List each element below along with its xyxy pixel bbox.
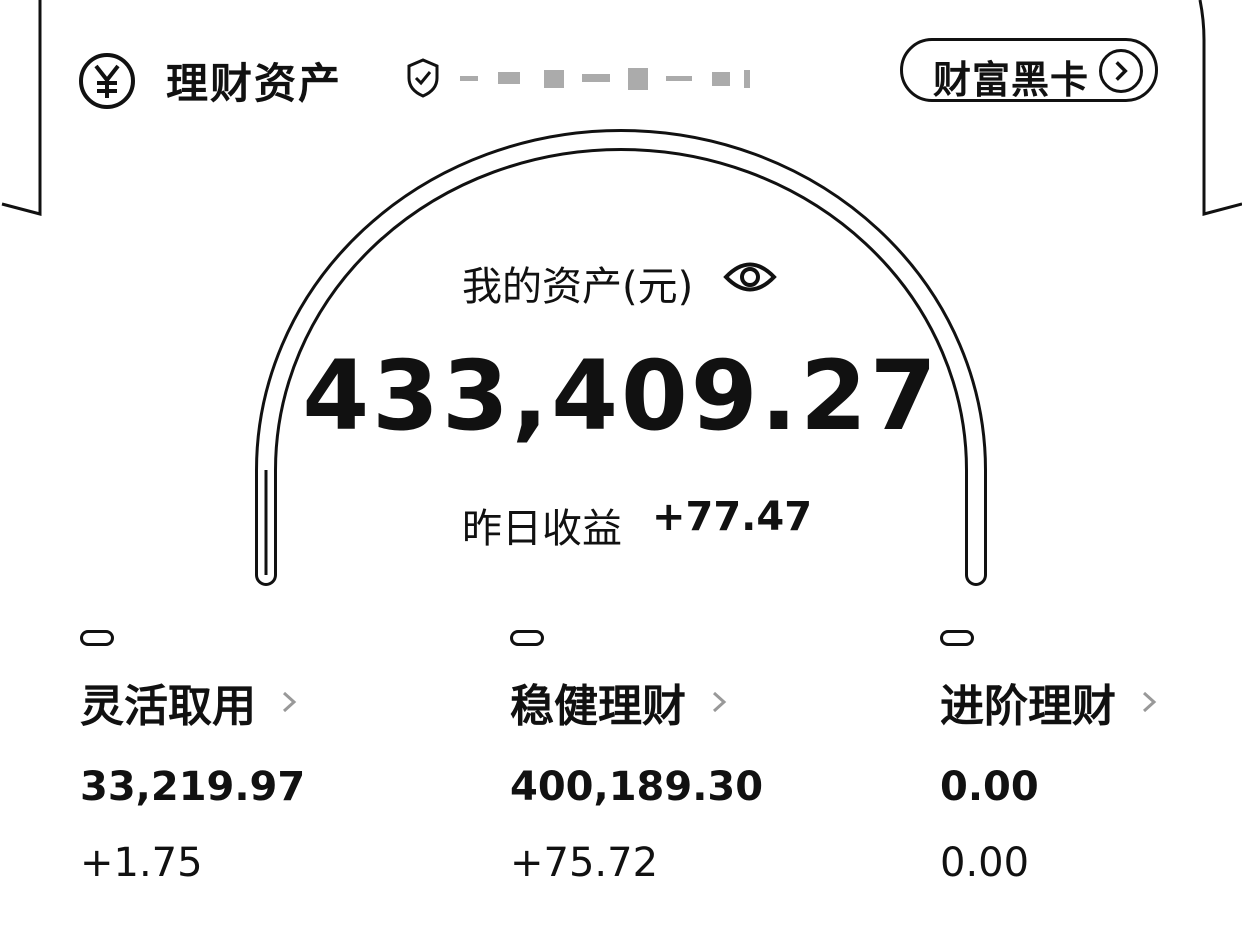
category-advanced[interactable]: 进阶理财 0.00 0.00 bbox=[940, 630, 1240, 886]
category-name: 灵活取用 bbox=[80, 681, 256, 732]
category-flexible[interactable]: 灵活取用 33,219.97 +1.75 bbox=[80, 630, 380, 886]
yesterday-income-value: +77.47 bbox=[652, 494, 813, 540]
category-indicator bbox=[940, 630, 974, 646]
total-assets-value: 433,409.27 bbox=[302, 340, 940, 452]
category-amount: 33,219.97 bbox=[80, 764, 306, 810]
category-steady[interactable]: 稳健理财 400,189.30 +75.72 bbox=[510, 630, 810, 886]
chevron-right-icon bbox=[282, 691, 297, 713]
chevron-right-icon bbox=[712, 691, 727, 713]
category-name: 稳健理财 bbox=[510, 681, 686, 732]
chevron-right-icon bbox=[1142, 691, 1157, 713]
category-indicator bbox=[80, 630, 114, 646]
category-indicator bbox=[510, 630, 544, 646]
yesterday-income-label: 昨日收益 bbox=[462, 506, 622, 552]
category-income: +75.72 bbox=[510, 840, 659, 886]
category-name: 进阶理财 bbox=[940, 681, 1116, 732]
eye-icon[interactable] bbox=[722, 252, 778, 302]
category-amount: 0.00 bbox=[940, 764, 1039, 810]
category-income: 0.00 bbox=[940, 840, 1030, 886]
my-assets-label: 我的资产(元) bbox=[462, 264, 694, 310]
category-income: +1.75 bbox=[80, 840, 203, 886]
category-amount: 400,189.30 bbox=[510, 764, 764, 810]
